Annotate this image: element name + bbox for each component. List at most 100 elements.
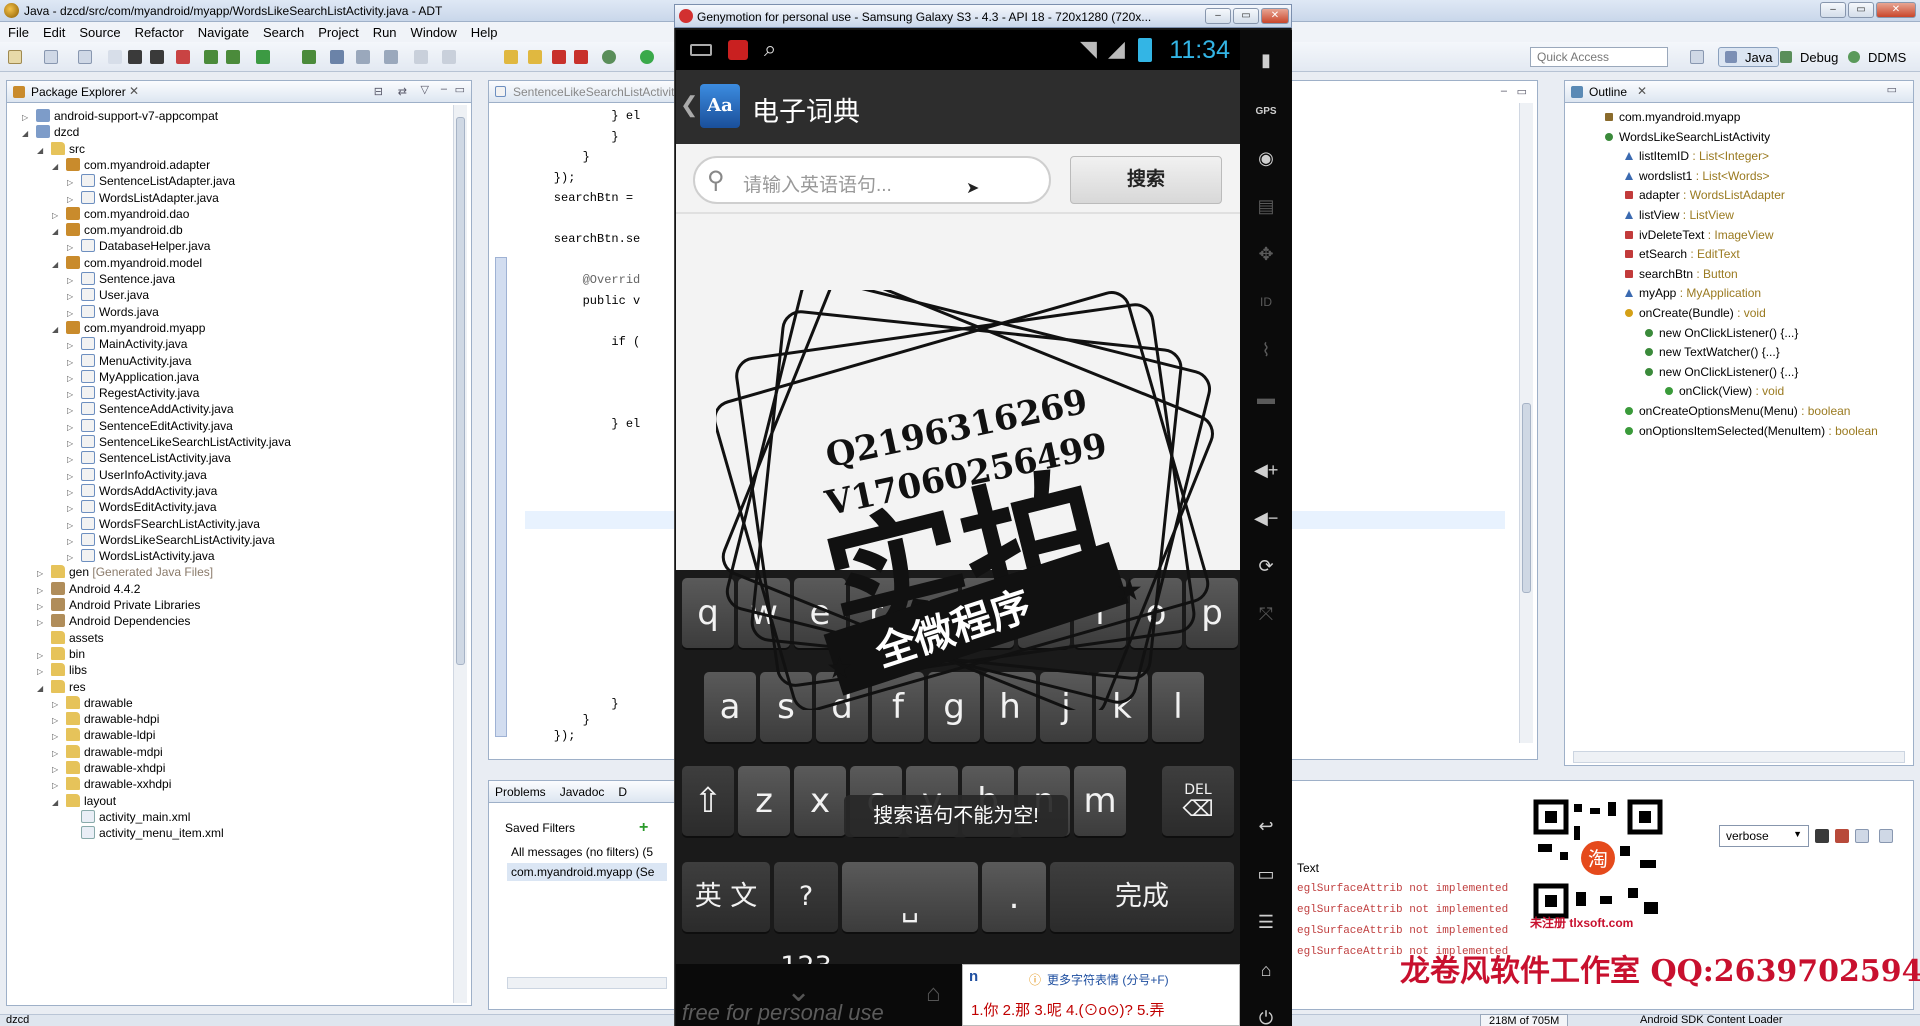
package-tree-item[interactable]: ▷ WordsListActivity.java — [67, 547, 215, 565]
outline-item[interactable]: myApp : MyApplication — [1625, 285, 1761, 302]
scroll-lock-icon[interactable] — [1879, 829, 1893, 843]
genymotion-minimize-button[interactable]: – — [1205, 8, 1231, 24]
expand-toggle-icon[interactable]: ◢ — [52, 158, 60, 176]
genymotion-close-button[interactable]: ✕ — [1261, 8, 1289, 24]
minimize-view-icon[interactable]: – — [441, 83, 447, 95]
log-level-select[interactable]: verbose ▼ — [1719, 825, 1809, 847]
search-input[interactable]: ⚲ 请输入英语语句... — [693, 156, 1051, 204]
quick-access-input[interactable]: Quick Access — [1530, 47, 1668, 67]
code-line[interactable]: searchBtn = — [525, 191, 633, 205]
code-line[interactable]: searchBtn.se — [525, 232, 640, 246]
package-tree-item[interactable]: activity_main.xml — [67, 808, 190, 826]
package-tree-item[interactable]: assets — [37, 629, 104, 647]
battery-widget-icon[interactable]: ▮ — [1254, 48, 1278, 72]
download-sdk-icon[interactable] — [150, 50, 164, 64]
menu-edit[interactable]: Edit — [43, 25, 65, 40]
key-k[interactable]: k — [1096, 672, 1148, 742]
outline-item[interactable]: listView : ListView — [1625, 207, 1734, 224]
outline-item[interactable]: onCreateOptionsMenu(Menu) : boolean — [1625, 403, 1850, 420]
back-chevron-icon[interactable]: ❮ — [680, 92, 698, 118]
package-tree-item[interactable]: ◢ dzcd — [22, 123, 79, 141]
code-line[interactable]: }); — [525, 171, 576, 185]
package-tree-item[interactable]: ▷ DatabaseHelper.java — [67, 237, 210, 255]
symbols-key[interactable]: ?123 — [774, 862, 838, 982]
redo-icon[interactable] — [442, 50, 456, 64]
code-line[interactable]: } el — [525, 109, 640, 123]
key-t[interactable]: t — [906, 578, 958, 648]
editor-maximize-icon[interactable]: ▭ — [1517, 85, 1527, 98]
menu-run[interactable]: Run — [373, 25, 397, 40]
outline-hscrollbar[interactable] — [1573, 751, 1905, 763]
save-log-icon[interactable] — [1815, 829, 1829, 843]
package-tree-item[interactable]: ▷ Android Private Libraries — [37, 596, 200, 614]
package-tree-item[interactable]: ▷ SentenceListAdapter.java — [67, 172, 235, 190]
key-r[interactable]: r — [850, 578, 902, 648]
network-icon[interactable]: ⌇ — [1254, 338, 1278, 362]
period-key[interactable]: . — [982, 862, 1046, 932]
key-p[interactable]: p — [1186, 578, 1238, 648]
package-tree-item[interactable]: ▷ UserInfoActivity.java — [67, 466, 207, 484]
status-memory[interactable]: 218M of 705M — [1480, 1014, 1569, 1026]
package-tree-item[interactable]: ▷ User.java — [67, 286, 149, 304]
expand-toggle-icon[interactable]: ◢ — [37, 142, 45, 160]
outline-item[interactable]: new OnClickListener() {...} — [1645, 325, 1798, 342]
key-s[interactable]: s — [760, 672, 812, 742]
key-q[interactable]: q — [682, 578, 734, 648]
perspective-debug[interactable]: Debug — [1774, 47, 1844, 67]
package-tree-item[interactable]: ◢ com.myandroid.adapter — [52, 156, 210, 174]
close-tab-icon[interactable]: ✕ — [129, 84, 139, 98]
key-l[interactable]: l — [1152, 672, 1204, 742]
link-editor-icon[interactable]: ⇄ — [398, 85, 407, 98]
recent-apps-icon[interactable]: ▭ — [1254, 862, 1278, 886]
filter-all-messages[interactable]: All messages (no filters) (5 — [511, 845, 653, 859]
outline-item[interactable]: ivDeleteText : ImageView — [1625, 227, 1774, 244]
menu-file[interactable]: File — [8, 25, 29, 40]
expand-toggle-icon[interactable]: ◢ — [52, 256, 60, 274]
clear-log-icon[interactable] — [1835, 829, 1849, 843]
package-tree-item[interactable]: ◢ src — [37, 140, 85, 158]
outline-item[interactable]: searchBtn : Button — [1625, 266, 1738, 283]
android-sdk-icon[interactable] — [226, 50, 240, 64]
package-tree-item[interactable]: ▷ WordsEditActivity.java — [67, 498, 217, 516]
package-tree-item[interactable]: ▷ MainActivity.java — [67, 335, 187, 353]
log-line[interactable]: eglSurfaceAttrib not implemented — [1297, 883, 1508, 895]
outline-item[interactable]: listItemID : List<Integer> — [1625, 148, 1769, 165]
download-icon[interactable] — [128, 50, 142, 64]
key-e[interactable]: e — [794, 578, 846, 648]
package-tree-item[interactable]: ▷ drawable-ldpi — [52, 726, 155, 744]
menu-help[interactable]: Help — [471, 25, 498, 40]
camera-widget-icon[interactable]: ◉ — [1254, 146, 1278, 170]
key-f[interactable]: f — [872, 672, 924, 742]
package-explorer-scrollbar[interactable] — [453, 105, 467, 1003]
editor-tab[interactable]: SentenceLikeSearchListActivit — [489, 81, 675, 103]
ime-hint[interactable]: 更多字符表情 (分号+F) — [1047, 971, 1169, 988]
language-key[interactable]: 英 文 — [682, 862, 770, 932]
outline-maximize-icon[interactable]: ▭ — [1887, 83, 1897, 96]
key-i[interactable]: i — [1074, 578, 1126, 648]
close-button[interactable]: ✕ — [1876, 2, 1916, 18]
package-tree-item[interactable]: ◢ layout — [52, 792, 116, 810]
capture-widget-icon[interactable]: ▤ — [1254, 194, 1278, 218]
undo-icon[interactable] — [414, 50, 428, 64]
editor-scrollbar[interactable] — [1519, 103, 1533, 743]
resume-icon[interactable] — [504, 50, 518, 64]
package-tree-item[interactable]: ▷ MyApplication.java — [67, 368, 199, 386]
package-explorer-tab[interactable]: Package Explorer ✕ ⊟ ⇄ ▽ – ▭ — [7, 81, 471, 103]
key-d[interactable]: d — [816, 672, 868, 742]
outline-item[interactable]: onOptionsItemSelected(MenuItem) : boolea… — [1625, 423, 1878, 440]
key-x[interactable]: x — [794, 766, 846, 836]
outline-item[interactable]: new TextWatcher() {...} — [1645, 344, 1780, 361]
package-tree-item[interactable]: ▷ libs — [37, 661, 87, 679]
add-filter-icon[interactable]: + — [639, 819, 648, 837]
package-tree-item[interactable]: ▷ SentenceEditActivity.java — [67, 417, 233, 435]
outline-item[interactable]: adapter : WordsListAdapter — [1625, 187, 1785, 204]
suspend-icon[interactable] — [528, 50, 542, 64]
maximize-view-icon[interactable]: ▭ — [455, 83, 465, 96]
menu-refactor[interactable]: Refactor — [135, 25, 184, 40]
space-key[interactable]: ␣ — [842, 862, 978, 932]
perspective-ddms[interactable]: DDMS — [1842, 47, 1912, 67]
log-line[interactable]: eglSurfaceAttrib not implemented — [1297, 925, 1508, 937]
expand-toggle-icon[interactable]: ◢ — [52, 223, 60, 241]
lint-icon[interactable] — [302, 50, 316, 64]
outline-item[interactable]: onCreate(Bundle) : void — [1625, 305, 1766, 322]
